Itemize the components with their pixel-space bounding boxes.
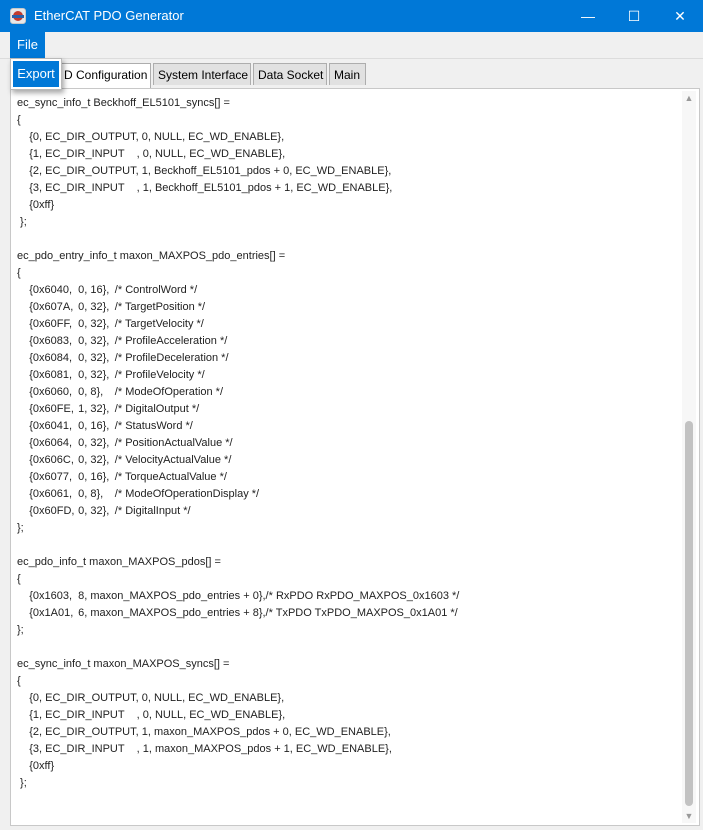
minimize-icon: — <box>581 8 595 24</box>
code-line: }; <box>17 624 24 636</box>
tab-data-socket[interactable]: Data Socket <box>253 63 327 85</box>
code-line: {2, EC_DIR_OUTPUT, 1, maxon_MAXPOS_pdos … <box>17 726 391 738</box>
code-line: }; <box>17 522 24 534</box>
maximize-button[interactable]: ☐ <box>611 0 657 32</box>
code-line: {0x6083, 0, 32}, /* ProfileAcceleration … <box>17 335 228 347</box>
code-line: {0x6061, 0, 8}, /* ModeOfOperationDispla… <box>17 488 260 500</box>
title-bar[interactable]: EtherCAT PDO Generator — ☐ ✕ <box>0 0 703 32</box>
code-line: {0x6077, 0, 16}, /* TorqueActualValue */ <box>17 471 227 483</box>
code-line: { <box>17 267 21 279</box>
code-line: {0x6060, 0, 8}, /* ModeOfOperation */ <box>17 386 224 398</box>
code-line: {0, EC_DIR_OUTPUT, 0, NULL, EC_WD_ENABLE… <box>17 692 285 704</box>
code-line: ec_sync_info_t Beckhoff_EL5101_syncs[] = <box>17 97 230 109</box>
code-line: { <box>17 573 21 585</box>
maximize-icon: ☐ <box>627 7 641 24</box>
code-line: {0x6084, 0, 32}, /* ProfileDeceleration … <box>17 352 229 364</box>
code-line: {0, EC_DIR_OUTPUT, 0, NULL, EC_WD_ENABLE… <box>17 131 285 143</box>
tab-label: D Configuration <box>64 68 148 82</box>
code-line: {0x1603, 8, maxon_MAXPOS_pdo_entries + 0… <box>17 590 460 602</box>
code-line: {0x60FF, 0, 32}, /* TargetVelocity */ <box>17 318 204 330</box>
code-line: { <box>17 675 21 687</box>
tab-main[interactable]: Main <box>329 63 366 85</box>
code-line: {0x6041, 0, 16}, /* StatusWord */ <box>17 420 193 432</box>
close-icon: ✕ <box>674 7 686 24</box>
code-line: {3, EC_DIR_INPUT , 1, Beckhoff_EL5101_pd… <box>17 182 393 194</box>
code-line: {0x606C, 0, 32}, /* VelocityActualValue … <box>17 454 232 466</box>
tab-label: Main <box>334 68 361 82</box>
export-menu-item[interactable]: Export <box>13 61 59 87</box>
menu-bar <box>0 32 703 59</box>
code-line: {0x607A, 0, 32}, /* TargetPosition */ <box>17 301 206 313</box>
code-line: { <box>17 114 21 126</box>
code-line: {0x60FD, 0, 32}, /* DigitalInput */ <box>17 505 191 517</box>
code-line: {1, EC_DIR_INPUT , 0, NULL, EC_WD_ENABLE… <box>17 709 286 721</box>
tab-label: Data Socket <box>258 68 324 82</box>
code-line: {0x6040, 0, 16}, /* ControlWord */ <box>17 284 198 296</box>
code-line: {3, EC_DIR_INPUT , 1, maxon_MAXPOS_pdos … <box>17 743 392 755</box>
close-button[interactable]: ✕ <box>657 0 703 32</box>
minimize-button[interactable]: — <box>565 0 611 32</box>
app-icon <box>10 8 26 24</box>
code-line: ec_pdo_entry_info_t maxon_MAXPOS_pdo_ent… <box>17 250 286 262</box>
code-line: {0x6064, 0, 32}, /* PositionActualValue … <box>17 437 233 449</box>
code-line: {0xff} <box>17 760 55 772</box>
scrollbar-thumb[interactable] <box>685 421 693 806</box>
window-title: EtherCAT PDO Generator <box>34 8 184 23</box>
code-line: }; <box>17 777 27 789</box>
file-menu[interactable]: File <box>10 32 45 58</box>
scroll-down-icon[interactable]: ▼ <box>682 809 696 823</box>
vertical-scrollbar[interactable]: ▲ ▼ <box>682 91 696 823</box>
scroll-up-icon[interactable]: ▲ <box>682 91 696 105</box>
code-line: {0xff} <box>17 199 55 211</box>
code-line: {0x6081, 0, 32}, /* ProfileVelocity */ <box>17 369 205 381</box>
tab-label: System Interface <box>158 68 249 82</box>
code-line: ec_sync_info_t maxon_MAXPOS_syncs[] = <box>17 658 230 670</box>
tab-system-interface[interactable]: System Interface <box>153 63 251 85</box>
code-line: }; <box>17 216 27 228</box>
code-line: ec_pdo_info_t maxon_MAXPOS_pdos[] = <box>17 556 221 568</box>
code-line: {0x1A01, 6, maxon_MAXPOS_pdo_entries + 8… <box>17 607 458 619</box>
code-line: {0x60FE, 1, 32}, /* DigitalOutput */ <box>17 403 200 415</box>
file-dropdown-menu: Export <box>10 58 62 90</box>
code-text[interactable]: ec_sync_info_t Beckhoff_EL5101_syncs[] =… <box>17 95 677 792</box>
code-editor[interactable]: ec_sync_info_t Beckhoff_EL5101_syncs[] =… <box>10 88 700 826</box>
code-line: {2, EC_DIR_OUTPUT, 1, Beckhoff_EL5101_pd… <box>17 165 392 177</box>
code-line: {1, EC_DIR_INPUT , 0, NULL, EC_WD_ENABLE… <box>17 148 286 160</box>
